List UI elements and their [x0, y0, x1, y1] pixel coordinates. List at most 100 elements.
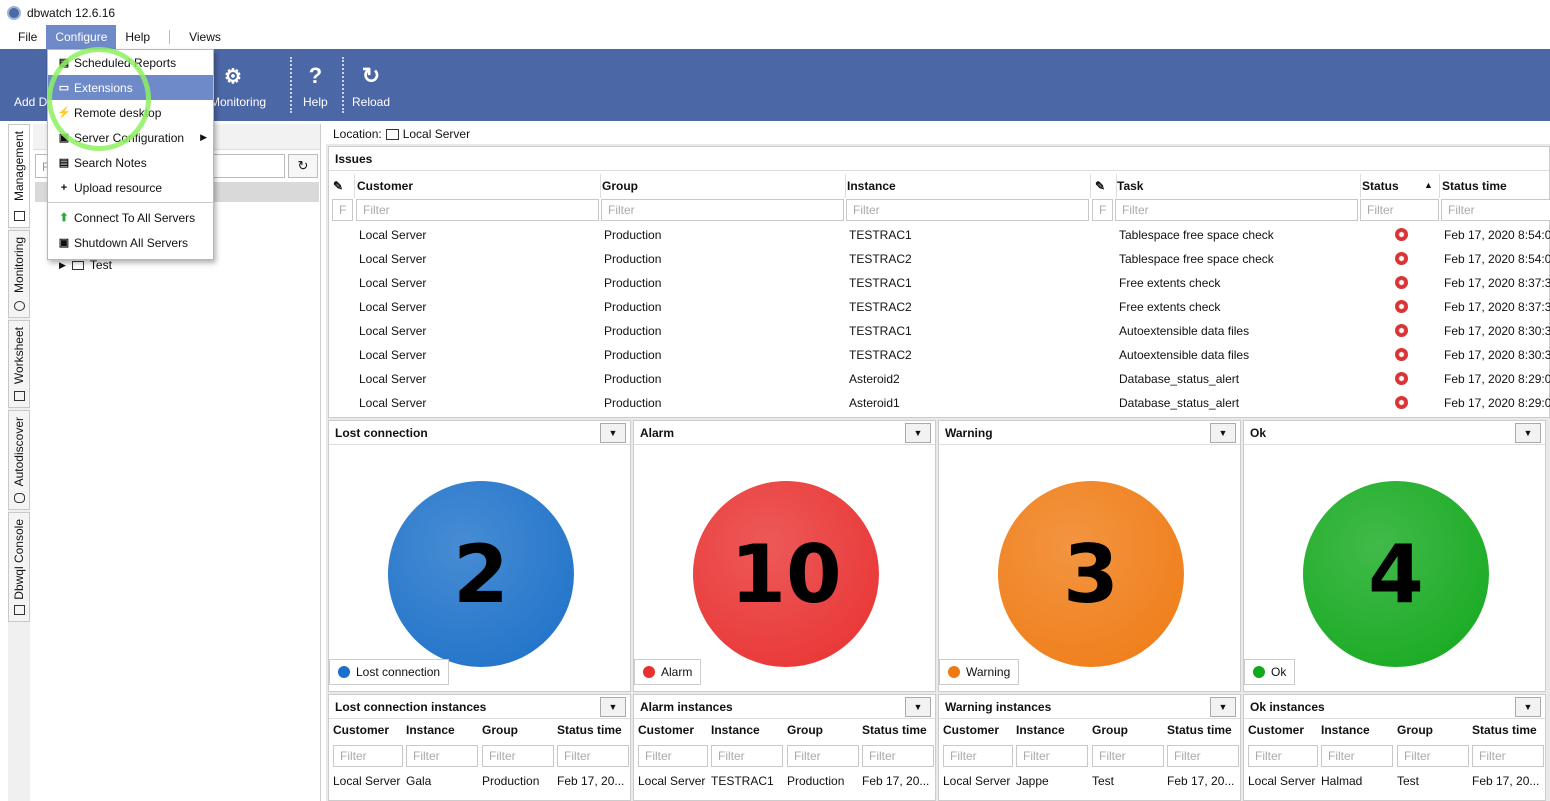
filter-input[interactable]: Filter [787, 745, 859, 767]
column-customer[interactable]: Customer [943, 723, 999, 737]
cell-status-time: Feb 17, 2020 8:29:01 [1444, 396, 1550, 410]
filter-input[interactable]: Filter [406, 745, 478, 767]
help-button[interactable]: ? Help [303, 49, 328, 121]
filter-group[interactable]: Filter [601, 199, 844, 221]
filter-input[interactable]: Filter [1092, 745, 1164, 767]
column-group[interactable]: Group [482, 723, 518, 737]
filter-toggle[interactable]: F [332, 199, 353, 221]
column-status-time[interactable]: Status time [557, 723, 622, 737]
column-group[interactable]: Group [602, 174, 846, 198]
edit-icon[interactable]: ✎ [333, 174, 355, 198]
filter-input[interactable]: Filter [1248, 745, 1318, 767]
alarm-status-icon [1395, 324, 1408, 337]
menu-file[interactable]: File [9, 25, 46, 49]
tab-worksheet[interactable]: Worksheet [8, 320, 30, 408]
panel-dropdown-button[interactable]: ▼ [905, 697, 931, 717]
tab-management[interactable]: Management [8, 124, 30, 228]
cell-status-time: Feb 17, 20... [1472, 774, 1540, 788]
menu-item-server-configuration[interactable]: ▣ Server Configuration ▶ [48, 125, 213, 150]
menu-item-search-notes[interactable]: ▤ Search Notes [48, 150, 213, 175]
filter-toggle[interactable]: F [1092, 199, 1113, 221]
tree-refresh-button[interactable]: ↻ [288, 154, 318, 178]
column-instance[interactable]: Instance [847, 174, 1091, 198]
column-group[interactable]: Group [1397, 723, 1433, 737]
filter-task[interactable]: Filter [1115, 199, 1358, 221]
table-row[interactable]: Local Server Production TESTRAC1 Free exten… [329, 271, 1550, 295]
menu-help[interactable]: Help [116, 25, 159, 49]
table-row[interactable]: Local Server Production TESTRAC2 Tablespace… [329, 247, 1550, 271]
filter-input[interactable]: Filter [557, 745, 629, 767]
edit-icon[interactable]: ✎ [1095, 174, 1117, 198]
column-task[interactable]: Task [1117, 174, 1361, 198]
menu-item-upload-resource[interactable]: + Upload resource [48, 175, 213, 200]
filter-status[interactable]: Filter [1360, 199, 1439, 221]
panel-dropdown-button[interactable]: ▼ [905, 423, 931, 443]
column-instance[interactable]: Instance [1016, 723, 1065, 737]
table-row[interactable]: Local Server Production TESTRAC1 Tablespace… [329, 223, 1550, 247]
table-row[interactable]: Local Server Production Asteroid2 Database_… [329, 367, 1550, 391]
column-status-time[interactable]: Status time [862, 723, 927, 737]
table-row[interactable]: Local Server Production Asteroid1 Database_… [329, 391, 1550, 415]
filter-input[interactable]: Filter [333, 745, 403, 767]
tab-autodiscover[interactable]: Autodiscover [8, 410, 30, 510]
panel-dropdown-button[interactable]: ▼ [600, 697, 626, 717]
tree-node-test[interactable]: ▶ Test [59, 258, 112, 272]
filter-input[interactable]: Filter [482, 745, 554, 767]
cell-status-time: Feb 17, 2020 8:37:32 [1444, 276, 1550, 290]
filter-input[interactable]: Filter [1167, 745, 1239, 767]
column-customer[interactable]: Customer [638, 723, 694, 737]
column-group[interactable]: Group [1092, 723, 1128, 737]
filter-customer[interactable]: Filter [356, 199, 599, 221]
cell-instance: TESTRAC1 [711, 774, 774, 788]
reload-button[interactable]: ↻ Reload [352, 49, 390, 121]
menu-item-scheduled-reports[interactable]: ▤ Scheduled Reports [48, 50, 213, 75]
filter-input[interactable]: Filter [1472, 745, 1544, 767]
column-customer[interactable]: Customer [333, 723, 389, 737]
menu-item-connect-all[interactable]: ⬆ Connect To All Servers [48, 205, 213, 230]
column-customer[interactable]: Customer [1248, 723, 1304, 737]
tab-monitoring[interactable]: Monitoring [8, 230, 30, 318]
table-row[interactable]: Local Server Production TESTRAC2 Autoextens… [329, 343, 1550, 367]
tab-dbwql-console[interactable]: Dbwql Console [8, 512, 30, 622]
table-row[interactable]: Local Server Production TESTRAC1 Autoextens… [329, 319, 1550, 343]
filter-input[interactable]: Filter [1016, 745, 1088, 767]
filter-input[interactable]: Filter [638, 745, 708, 767]
menu-item-extensions[interactable]: ▭ Extensions [48, 75, 213, 100]
filter-input[interactable]: Filter [1397, 745, 1469, 767]
column-instance[interactable]: Instance [711, 723, 760, 737]
filter-input[interactable]: Filter [862, 745, 934, 767]
status-count-circle[interactable]: 10 [693, 481, 879, 667]
filter-instance[interactable]: Filter [846, 199, 1089, 221]
menu-item-remote-desktop[interactable]: ⚡ Remote desktop [48, 100, 213, 125]
panel-dropdown-button[interactable]: ▼ [1210, 697, 1236, 717]
filter-input[interactable]: Filter [711, 745, 783, 767]
column-group[interactable]: Group [787, 723, 823, 737]
shutdown-icon: ▣ [58, 237, 70, 249]
filter-input[interactable]: Filter [943, 745, 1013, 767]
menu-views[interactable]: Views [180, 25, 230, 49]
menu-item-shutdown-all[interactable]: ▣ Shutdown All Servers [48, 230, 213, 255]
add-button[interactable]: Add D [14, 49, 47, 121]
status-count-circle[interactable]: 3 [998, 481, 1184, 667]
panel-dropdown-button[interactable]: ▼ [1515, 423, 1541, 443]
column-instance[interactable]: Instance [1321, 723, 1370, 737]
status-panel-title: Alarm [634, 421, 935, 445]
menu-bar: File Configure Help Views [0, 25, 1550, 49]
menu-configure[interactable]: Configure [46, 25, 117, 49]
column-instance[interactable]: Instance [406, 723, 455, 737]
column-customer[interactable]: Customer [357, 174, 601, 198]
status-legend: Warning [939, 659, 1020, 685]
column-status-time[interactable]: Status time [1472, 723, 1537, 737]
filter-status-time[interactable]: Filter [1441, 199, 1550, 221]
menu-separator [169, 30, 171, 44]
expand-arrow-icon[interactable]: ▶ [59, 260, 66, 271]
panel-dropdown-button[interactable]: ▼ [600, 423, 626, 443]
panel-dropdown-button[interactable]: ▼ [1515, 697, 1541, 717]
filter-input[interactable]: Filter [1321, 745, 1393, 767]
status-count-circle[interactable]: 2 [388, 481, 574, 667]
column-status-time[interactable]: Status time [1167, 723, 1232, 737]
panel-dropdown-button[interactable]: ▼ [1210, 423, 1236, 443]
status-count-circle[interactable]: 4 [1303, 481, 1489, 667]
column-status-time[interactable]: Status time [1442, 174, 1550, 198]
table-row[interactable]: Local Server Production TESTRAC2 Free exten… [329, 295, 1550, 319]
